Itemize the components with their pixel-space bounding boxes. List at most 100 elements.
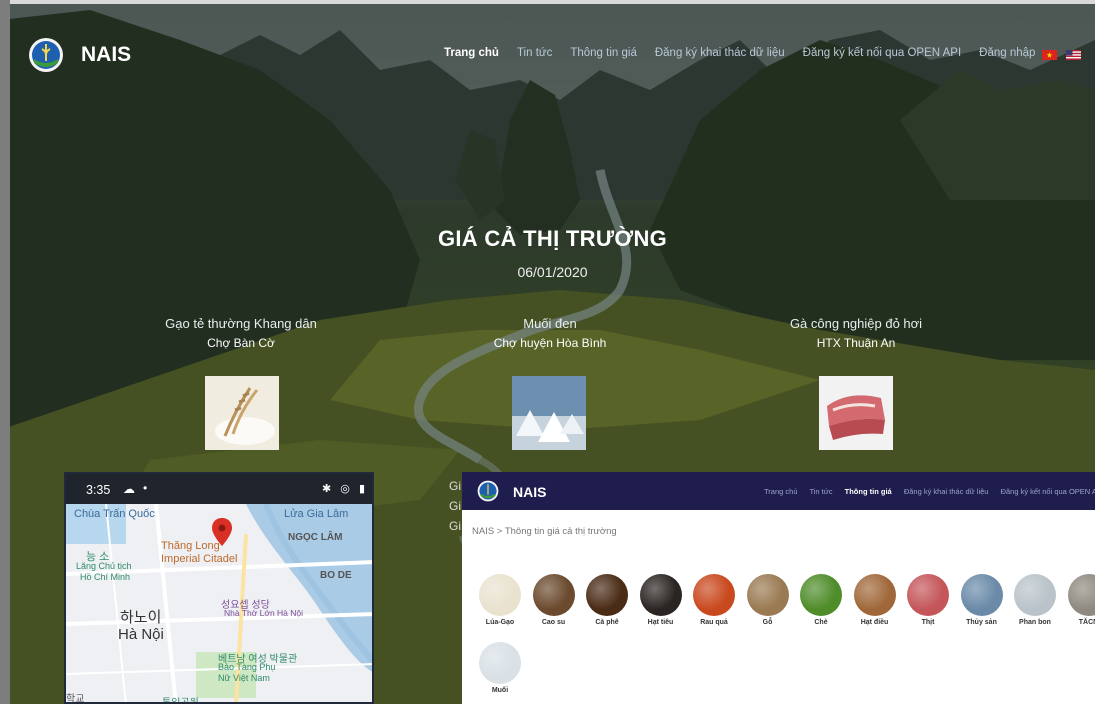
price-card-chicken[interactable]: Gà công nghiệp đỏ hơi HTX Thuận An: [756, 316, 956, 350]
category-label: Cà phê: [595, 619, 619, 626]
menu-item-data-registration[interactable]: Đăng ký khai thác dữ liệu: [655, 47, 785, 59]
card-product-name: Gà công nghiệp đỏ hơi: [789, 316, 923, 331]
hero-partial-text: Gi Gi Gi: [449, 479, 461, 533]
site-logo-icon[interactable]: [477, 480, 499, 502]
breadcrumb: NAIS > Thông tin giá cả thị trường: [472, 526, 617, 537]
status-icons: ✱ ◎ ▮: [322, 483, 368, 495]
category-label: Thủy sản: [966, 619, 997, 626]
cashew-icon: [853, 574, 896, 616]
price-card-rice[interactable]: Gạo tẻ thường Khang dân Chợ Bàn Cờ: [141, 316, 341, 350]
main-menu: Trang chủ Tin tức Thông tin giá Đăng ký …: [444, 47, 1053, 59]
map-label-museum: Bảo Tàng Phụ: [218, 662, 276, 672]
category-label: Rau quả: [700, 619, 728, 626]
rubber-icon: [532, 574, 575, 616]
top-navigation: NAIS Trang chủ Tin tức Thông tin giá Đăn…: [0, 0, 1095, 110]
card-market-name: Chợ huyện Hòa Bình: [493, 336, 607, 350]
menu-item-login[interactable]: Đăng nhập: [979, 47, 1035, 59]
salt-icon: [479, 642, 521, 684]
category-cashew[interactable]: Hạt điều: [849, 574, 901, 626]
map-label-hanoi: Hà Nội: [118, 626, 164, 643]
notification-dot-icon: •: [143, 481, 148, 495]
hero-title: GIÁ CẢ THỊ TRƯỜNG: [437, 226, 668, 251]
category-label: Gỗ: [762, 619, 773, 626]
phone-status-bar: 3:35 ☁ • ✱ ◎ ▮: [66, 474, 372, 504]
category-label: Phan bon: [1019, 619, 1051, 626]
map-label-bo-de: BO DE: [320, 570, 352, 581]
site-menu: Trang chủ Tin tức Thông tin giá Đăng ký …: [764, 487, 1095, 496]
cloud-icon: ☁: [123, 482, 135, 496]
brand-name[interactable]: NAIS: [81, 43, 131, 67]
map-view[interactable]: Chùa Trấn Quốc Lửa Gia Lâm Thăng Long Im…: [66, 504, 372, 704]
rice-icon: [479, 574, 521, 616]
rice-image[interactable]: [205, 376, 279, 455]
map-label-museum-2: Nữ Việt Nam: [218, 673, 270, 683]
card-product-name: Muối đen: [523, 316, 577, 331]
salt-image[interactable]: [512, 376, 586, 455]
vegetables-icon: [693, 574, 735, 616]
map-label-lang-chu-tich: Lăng Chủ tịch: [76, 561, 132, 571]
vietnam-flag-icon[interactable]: [1042, 50, 1057, 60]
site-menu-item-data-registration[interactable]: Đăng ký khai thác dữ liệu: [904, 487, 989, 496]
menu-item-price-info[interactable]: Thông tin giá: [570, 47, 637, 59]
site-menu-item-price-info[interactable]: Thông tin giá: [845, 487, 892, 496]
category-fertilizer[interactable]: Phan bon: [1009, 574, 1061, 626]
fertilizer-icon: [1014, 574, 1056, 616]
map-label-cathedral: Nhà Thờ Lớn Hà Nội: [224, 608, 304, 618]
seafood-icon: [960, 574, 1003, 616]
tea-icon: [800, 574, 842, 616]
category-tea[interactable]: Chè: [795, 574, 847, 626]
map-pin-icon[interactable]: [212, 518, 232, 546]
phone-time: 3:35: [86, 483, 111, 497]
map-label-ho-chi-minh: Hồ Chí Minh: [80, 572, 131, 582]
category-label: Lúa-Gạo: [485, 619, 515, 626]
category-rice[interactable]: Lúa-Gạo: [474, 574, 526, 626]
wood-icon: [746, 574, 789, 616]
category-label: Muối: [491, 687, 509, 694]
map-label-lua-gia-lam: Lửa Gia Lâm: [284, 508, 349, 520]
price-card-salt[interactable]: Muối đen Chợ huyện Hòa Bình: [450, 316, 650, 350]
category-label: TĂCN: [1078, 619, 1095, 626]
site-menu-item-news[interactable]: Tin tức: [809, 487, 832, 496]
us-flag-icon[interactable]: [1066, 50, 1081, 60]
coffee-icon: [586, 574, 628, 616]
category-label: Hạt tiêu: [647, 619, 674, 626]
map-label-park-ko: 통일공원: [162, 698, 199, 704]
hero-date: 06/01/2020: [517, 264, 588, 280]
website-screenshot: NAIS Trang chủ Tin tức Thông tin giá Đăn…: [462, 472, 1095, 704]
phone-map-screenshot: 3:35 ☁ • ✱ ◎ ▮ Chùa Trấn Quốc Lửa Gia Lâ…: [64, 472, 374, 704]
category-wood[interactable]: Gỗ: [742, 574, 794, 626]
card-product-name: Gạo tẻ thường Khang dân: [165, 316, 317, 331]
category-salt[interactable]: Muối: [474, 642, 526, 694]
card-market-name: HTX Thuận An: [816, 336, 896, 350]
map-label-imperial-citadel: Imperial Citadel: [161, 553, 238, 565]
pepper-icon: [639, 574, 682, 616]
site-menu-item-home[interactable]: Trang chủ: [764, 487, 798, 496]
menu-item-news[interactable]: Tin tức: [517, 47, 552, 59]
feed-icon: [1067, 574, 1095, 616]
site-navigation: NAIS Trang chủ Tin tức Thông tin giá Đăn…: [462, 472, 1095, 510]
map-label-tran-quoc: Chùa Trấn Quốc: [74, 508, 155, 520]
card-market-name: Chợ Bàn Cờ: [207, 336, 275, 350]
category-feed[interactable]: TĂCN: [1063, 574, 1095, 626]
menu-item-open-api[interactable]: Đăng ký kết nối qua OPEN API: [803, 47, 962, 59]
category-rubber[interactable]: Cao su: [528, 574, 580, 626]
category-label: Cao su: [541, 619, 566, 626]
category-label: Hạt điều: [860, 619, 889, 626]
category-label: Thịt: [921, 619, 935, 626]
menu-item-home[interactable]: Trang chủ: [444, 47, 499, 59]
category-seafood[interactable]: Thủy sản: [956, 574, 1008, 626]
site-brand-name[interactable]: NAIS: [513, 484, 546, 500]
map-label-hanoi-ko: 하노이: [120, 609, 162, 626]
category-vegetables[interactable]: Rau quả: [688, 574, 740, 626]
nais-logo-icon[interactable]: [28, 37, 64, 73]
category-label: Chè: [814, 619, 828, 626]
map-label-ngoc-lam: NGỌC LÂM: [288, 532, 343, 543]
site-menu-item-open-api[interactable]: Đăng ký kết nối qua OPEN API: [1001, 487, 1095, 496]
map-label-thang-long: Thăng Long: [161, 540, 220, 552]
meat-icon: [907, 574, 949, 616]
category-meat[interactable]: Thịt: [902, 574, 954, 626]
meat-image[interactable]: [819, 376, 893, 455]
map-label-school-ko: 학교: [66, 694, 85, 704]
category-pepper[interactable]: Hạt tiêu: [635, 574, 687, 626]
category-coffee[interactable]: Cà phê: [581, 574, 633, 626]
